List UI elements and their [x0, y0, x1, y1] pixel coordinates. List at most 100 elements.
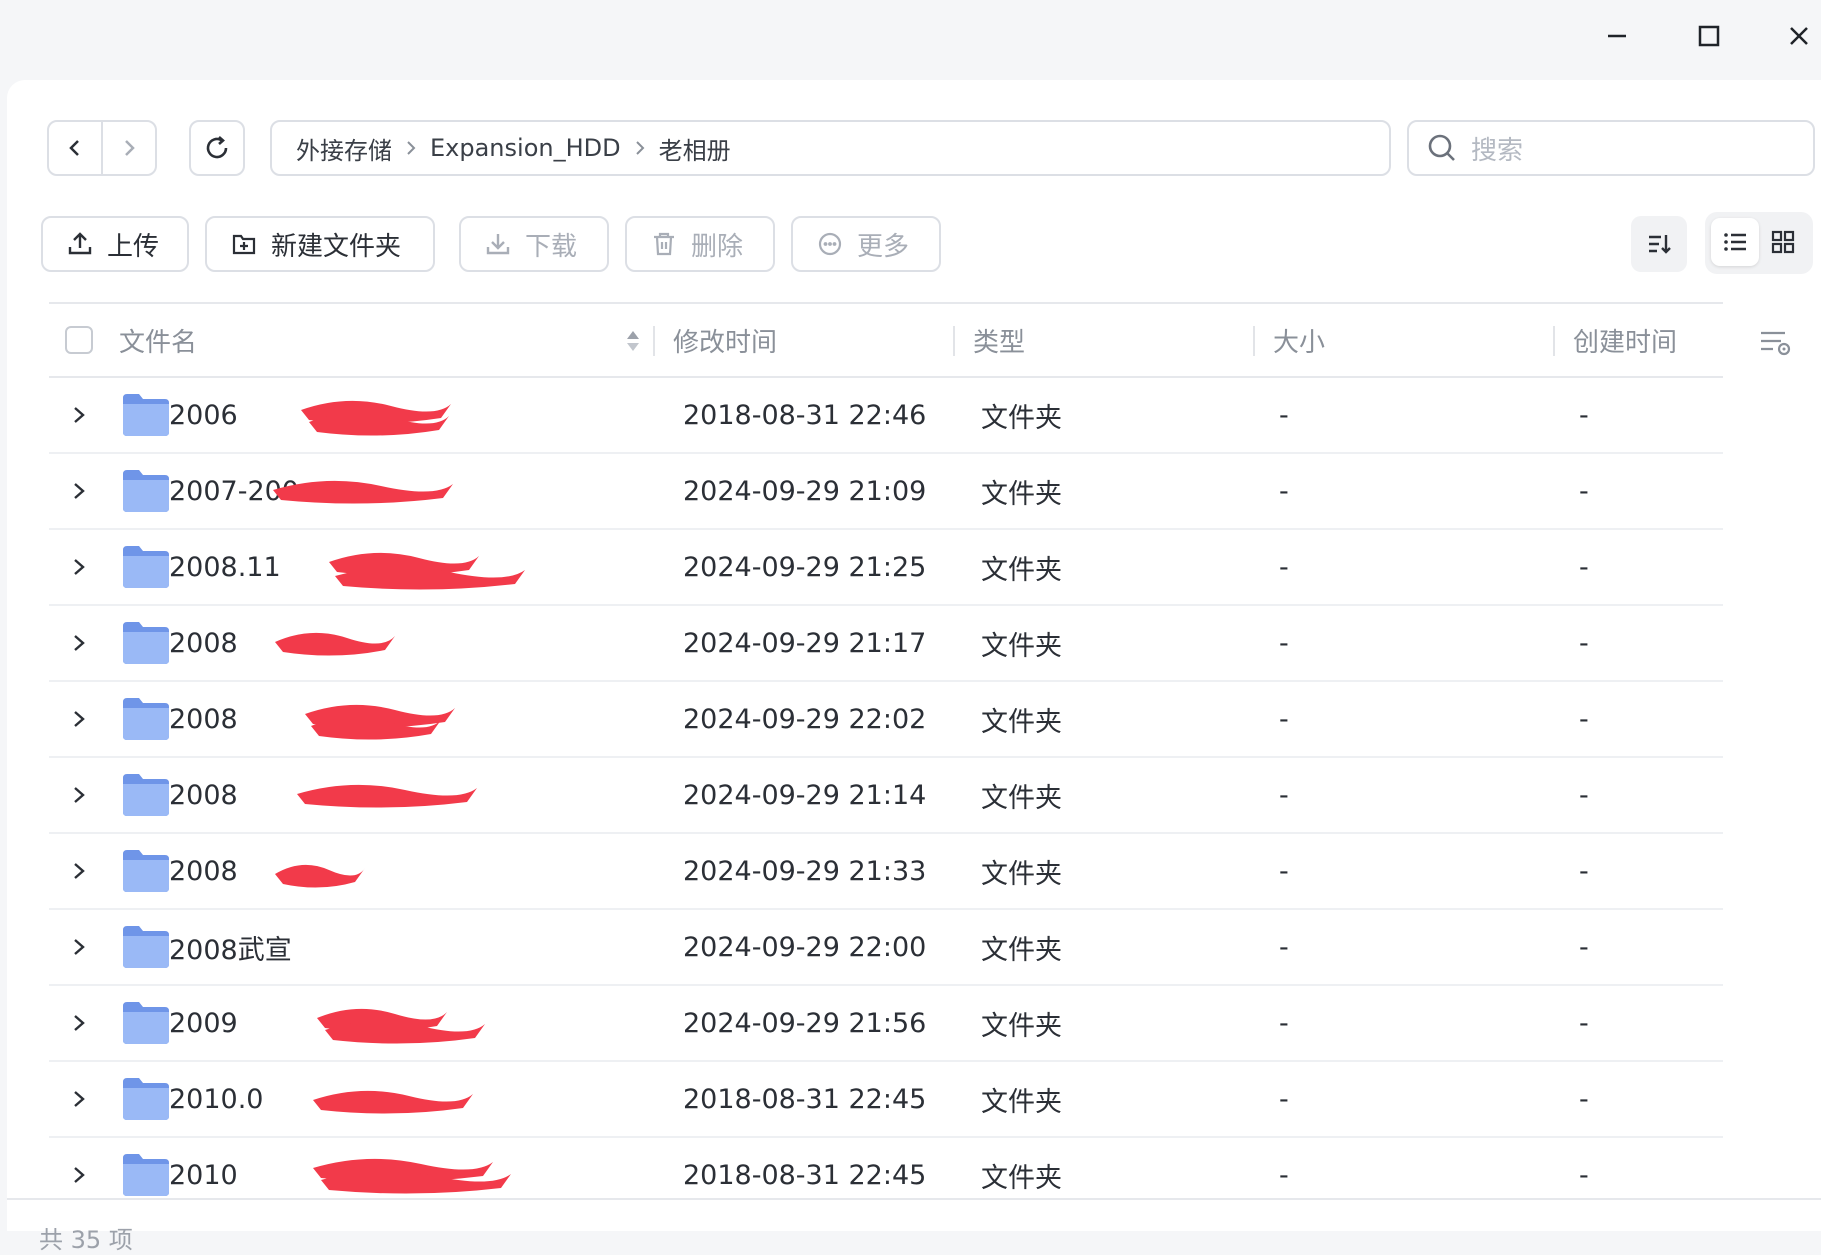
redaction-scribble	[275, 864, 365, 888]
search-icon	[1428, 134, 1455, 161]
file-type: 文件夹	[981, 1010, 1062, 1042]
file-manager-panel: 外接存储 Expansion_HDD 老相册 搜索 上传 新建文件夹 下载 删除…	[7, 80, 1821, 1254]
file-size: -	[1279, 855, 1289, 887]
table-row[interactable]: 2010.0 2018-08-31 22:45 文件夹 - -	[49, 1062, 1723, 1138]
created-time: -	[1579, 931, 1589, 963]
modified-time: 2024-09-29 21:17	[683, 627, 927, 659]
table-row[interactable]: 2006 2018-08-31 22:46 文件夹 - -	[49, 378, 1723, 454]
created-time: -	[1579, 627, 1589, 659]
maximize-button[interactable]	[1689, 16, 1729, 56]
modified-time: 2024-09-29 21:25	[683, 551, 927, 583]
view-toggle	[1705, 212, 1813, 274]
column-divider[interactable]	[1553, 326, 1555, 356]
status-bar: 共 35 项	[7, 1198, 1821, 1254]
grid-view-button[interactable]	[1759, 218, 1807, 266]
redaction-scribble	[301, 400, 451, 436]
table-row[interactable]: 2008 2024-09-29 21:33 文件夹 - -	[49, 834, 1723, 910]
forward-button[interactable]	[103, 122, 155, 174]
close-button[interactable]	[1779, 16, 1819, 56]
trash-icon	[654, 232, 674, 256]
chevron-right-icon	[404, 140, 418, 156]
list-view-button[interactable]	[1711, 218, 1759, 266]
file-size: -	[1279, 1007, 1289, 1039]
created-time: -	[1579, 1083, 1589, 1115]
file-size: -	[1279, 551, 1289, 583]
maximize-icon	[1698, 25, 1720, 47]
file-type: 文件夹	[981, 630, 1062, 662]
breadcrumb-current[interactable]: 老相册	[659, 131, 731, 166]
modified-time: 2024-09-29 22:02	[683, 703, 927, 735]
file-size: -	[1279, 1083, 1289, 1115]
breadcrumb-item[interactable]: Expansion_HDD	[430, 134, 621, 162]
table-row[interactable]: 2009 2024-09-29 21:56 文件夹 - -	[49, 986, 1723, 1062]
table-row[interactable]: 2008 2024-09-29 21:17 文件夹 - -	[49, 606, 1723, 682]
table-body: 2006 2018-08-31 22:46 文件夹 - -2007-200 2024-09…	[49, 378, 1723, 1214]
column-divider[interactable]	[1253, 326, 1255, 356]
delete-button[interactable]: 删除	[625, 216, 775, 272]
table-row[interactable]: 2008 2024-09-29 22:02 文件夹 - -	[49, 682, 1723, 758]
chevron-right-icon	[125, 140, 135, 156]
redaction-scribble	[273, 480, 453, 504]
table-header: 文件名 修改时间 类型 大小 创建时间	[49, 302, 1723, 378]
modified-time: 2024-09-29 22:00	[683, 931, 927, 963]
close-icon	[1790, 27, 1808, 45]
created-time: -	[1579, 779, 1589, 811]
column-settings-button[interactable]	[1759, 328, 1795, 362]
select-all-checkbox[interactable]	[65, 326, 93, 354]
chevron-left-icon	[69, 140, 79, 156]
download-button[interactable]: 下载	[459, 216, 609, 272]
redaction-scribble	[329, 552, 525, 590]
sort-button[interactable]	[1631, 216, 1687, 272]
file-type: 文件夹	[981, 554, 1062, 586]
search-placeholder: 搜索	[1471, 135, 1524, 166]
upload-label: 上传	[107, 231, 160, 262]
minimize-button[interactable]	[1597, 16, 1637, 56]
new-folder-button[interactable]: 新建文件夹	[205, 216, 435, 272]
chevron-right-icon[interactable]	[71, 937, 87, 957]
file-type: 文件夹	[981, 782, 1062, 814]
list-icon	[1724, 233, 1746, 251]
redaction-scribble	[317, 1008, 485, 1044]
folder-icon	[123, 926, 169, 968]
modified-time: 2024-09-29 21:14	[683, 779, 927, 811]
chevron-right-icon	[633, 140, 647, 156]
back-button[interactable]	[49, 122, 101, 174]
upload-button[interactable]: 上传	[41, 216, 189, 272]
file-type: 文件夹	[981, 478, 1062, 510]
created-time: -	[1579, 399, 1589, 431]
table-row[interactable]: 2007-200 2024-09-29 21:09 文件夹 - -	[49, 454, 1723, 530]
column-header-size[interactable]: 大小	[1273, 304, 1325, 376]
column-header-modified[interactable]: 修改时间	[673, 304, 777, 376]
file-type: 文件夹	[981, 402, 1062, 434]
modified-time: 2024-09-29 21:56	[683, 1007, 927, 1039]
redaction-scribble	[313, 1090, 473, 1114]
minimize-icon	[1608, 34, 1626, 38]
download-label: 下载	[525, 231, 578, 262]
column-divider[interactable]	[653, 326, 655, 356]
modified-time: 2024-09-29 21:09	[683, 475, 927, 507]
file-name[interactable]: 2008武宣	[169, 910, 292, 984]
file-size: -	[1279, 475, 1289, 507]
search-input[interactable]: 搜索	[1407, 120, 1815, 176]
modified-time: 2024-09-29 21:33	[683, 855, 927, 887]
refresh-button[interactable]	[189, 120, 245, 176]
column-settings-icon	[1761, 331, 1791, 356]
column-header-created[interactable]: 创建时间	[1573, 304, 1677, 376]
history-nav	[47, 120, 157, 176]
column-header-type[interactable]: 类型	[973, 304, 1025, 376]
breadcrumb: 外接存储 Expansion_HDD 老相册	[270, 120, 1391, 176]
table-row[interactable]: 2008.11 2024-09-29 21:25 文件夹 - -	[49, 530, 1723, 606]
created-time: -	[1579, 475, 1589, 507]
file-size: -	[1279, 627, 1289, 659]
column-header-name[interactable]: 文件名	[119, 304, 197, 376]
created-time: -	[1579, 551, 1589, 583]
table-row[interactable]: 2008武宣 2024-09-29 22:00 文件夹 - -	[49, 910, 1723, 986]
upload-icon	[68, 232, 92, 255]
file-size: -	[1279, 399, 1289, 431]
sort-arrows-icon[interactable]	[625, 328, 641, 354]
column-divider[interactable]	[953, 326, 955, 356]
redaction-scribble	[305, 704, 455, 740]
breadcrumb-item[interactable]: 外接存储	[296, 131, 392, 166]
more-button[interactable]: 更多	[791, 216, 941, 272]
table-row[interactable]: 2008 2024-09-29 21:14 文件夹 - -	[49, 758, 1723, 834]
